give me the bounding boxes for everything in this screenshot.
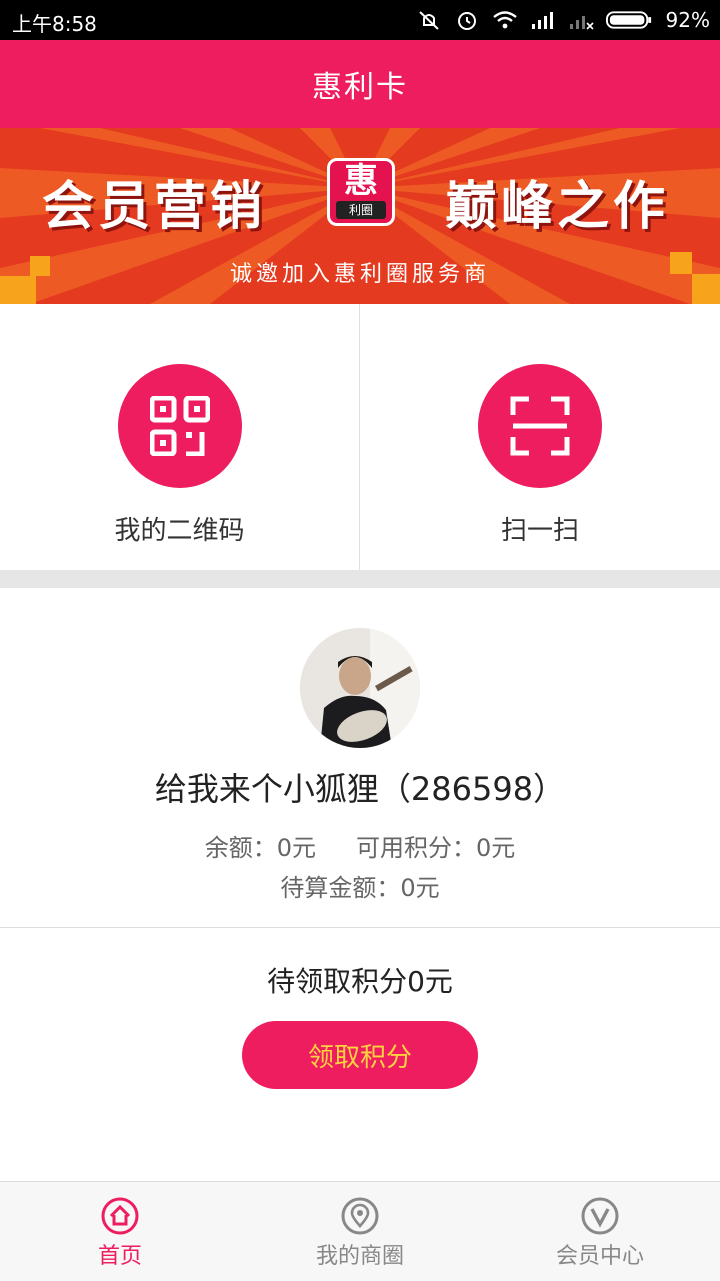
user-name: 给我来个小狐狸（286598） — [154, 770, 566, 808]
avatar[interactable] — [300, 628, 420, 748]
account-stats: 余额：0元 可用积分：0元 待算金额：0元 — [0, 828, 720, 908]
mute-icon — [418, 11, 439, 30]
pending-points-text: 待领取积分0元 — [267, 965, 453, 998]
bottom-navigation: 首页 我的商圈 会员中心 — [0, 1181, 720, 1281]
pending-amount-text: 待算金额：0元 — [280, 874, 440, 902]
alarm-icon — [457, 12, 476, 30]
balance-text: 余额：0元 — [204, 834, 316, 862]
nav-home[interactable]: 首页 — [0, 1182, 240, 1281]
signal-off-icon — [569, 16, 594, 30]
status-icons: 92% — [416, 6, 710, 34]
claim-points-button[interactable]: 领取积分 — [242, 1021, 478, 1089]
location-pin-icon — [341, 1197, 379, 1235]
nav-home-label: 首页 — [97, 1244, 142, 1269]
scan-icon — [478, 364, 602, 488]
section-divider — [0, 570, 720, 588]
qr-code-icon — [118, 364, 242, 488]
logo-main-glyph: 惠 — [344, 161, 378, 201]
banner-left-text: 会员营销 — [42, 177, 267, 237]
logo-sub-text: 利圈 — [336, 201, 386, 219]
scan-label: 扫一扫 — [500, 516, 579, 546]
status-time: 上午8:58 — [12, 12, 97, 36]
app-bar: 惠利卡 — [0, 40, 720, 128]
quick-actions: 我的二维码 扫一扫 — [0, 304, 720, 570]
profile-card: 给我来个小狐狸（286598） 余额：0元 可用积分：0元 待算金额：0元 — [0, 588, 720, 928]
vip-icon — [581, 1197, 619, 1235]
nav-member-center-label: 会员中心 — [555, 1244, 644, 1269]
banner-subtitle: 诚邀加入惠利圈服务商 — [229, 262, 490, 287]
scan-button[interactable]: 扫一扫 — [360, 304, 720, 570]
nav-member-center[interactable]: 会员中心 — [480, 1182, 720, 1281]
promo-banner[interactable]: 会员营销 惠 利圈 巅峰之作 诚邀加入惠利圈服务商 — [0, 128, 720, 304]
battery-icon — [605, 11, 651, 29]
status-bar: 上午8:58 92% — [0, 0, 720, 40]
nav-my-circle[interactable]: 我的商圈 — [240, 1182, 480, 1281]
page-title: 惠利卡 — [312, 70, 408, 105]
signal-icon — [531, 12, 553, 29]
profile-divider — [0, 927, 720, 928]
nav-my-circle-label: 我的商圈 — [315, 1244, 404, 1269]
my-qr-code-label: 我的二维码 — [114, 516, 245, 546]
battery-percent: 92% — [665, 8, 710, 32]
banner-right-text: 巅峰之作 — [445, 177, 670, 237]
wifi-icon — [492, 11, 517, 29]
my-qr-code-button[interactable]: 我的二维码 — [0, 304, 360, 570]
points-text: 可用积分：0元 — [356, 834, 516, 862]
home-icon — [101, 1197, 139, 1235]
brand-logo: 惠 利圈 — [327, 158, 395, 226]
